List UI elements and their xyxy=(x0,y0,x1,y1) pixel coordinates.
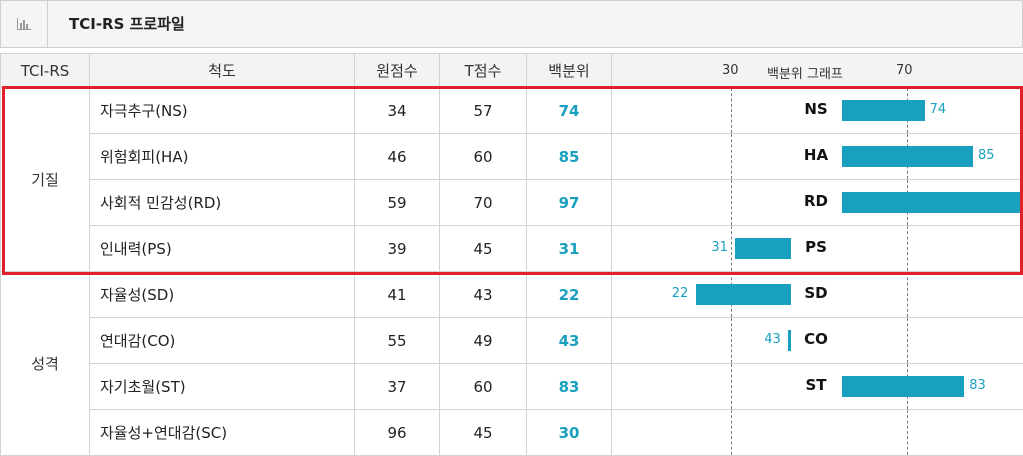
gridline-70 xyxy=(907,226,908,271)
page-title: TCI-RS 프로파일 xyxy=(69,1,185,47)
t-score: 57 xyxy=(440,88,527,134)
percentile-bar xyxy=(788,330,791,351)
percentile-graph-cell: SD 22 xyxy=(612,272,1023,318)
raw-score: 34 xyxy=(355,88,440,134)
scale-name: 연대감(CO) xyxy=(90,318,355,364)
table-row: 사회적 민감성(RD)597097RD97 xyxy=(1,180,1023,226)
percentile-bar xyxy=(842,100,925,121)
scale-abbreviation: HA xyxy=(792,146,840,164)
scale-abbreviation: RD xyxy=(792,192,840,210)
percentile: 43 xyxy=(527,318,612,364)
table-row: 위험회피(HA)466085HA85 xyxy=(1,134,1023,180)
bar-value-label: 22 xyxy=(672,286,689,301)
table-row: 연대감(CO)554943CO43 xyxy=(1,318,1023,364)
group-temperament: 기질 xyxy=(1,88,90,272)
col-header-scale: 척도 xyxy=(90,54,355,88)
gridline-30 xyxy=(731,410,732,455)
t-score: 70 xyxy=(440,180,527,226)
scale-name: 사회적 민감성(RD) xyxy=(90,180,355,226)
t-score: 60 xyxy=(440,364,527,410)
raw-score: 41 xyxy=(355,272,440,318)
profile-header: TCI-RS 프로파일 xyxy=(0,0,1023,48)
percentile-graph-cell: ST 83 xyxy=(612,364,1023,410)
table-row: 기질자극추구(NS)345774NS74 xyxy=(1,88,1023,134)
table-row: 성격자율성(SD)414322SD22 xyxy=(1,272,1023,318)
scale-abbreviation: PS xyxy=(792,238,840,256)
percentile: 31 xyxy=(527,226,612,272)
scale-abbreviation: CO xyxy=(792,330,840,348)
col-header-graph: 30 백분위 그래프 70 xyxy=(612,54,1023,88)
raw-score: 96 xyxy=(355,410,440,456)
bar-value-label: 74 xyxy=(930,102,947,117)
percentile-graph-cell xyxy=(612,410,1023,456)
gridline-30 xyxy=(731,226,732,271)
percentile-bar xyxy=(842,376,964,397)
group-character: 성격 xyxy=(1,272,90,456)
table-row: 인내력(PS)394531PS31 xyxy=(1,226,1023,272)
percentile-graph-cell: PS 31 xyxy=(612,226,1023,272)
t-score: 49 xyxy=(440,318,527,364)
percentile: 22 xyxy=(527,272,612,318)
percentile-bar xyxy=(735,238,791,259)
percentile: 97 xyxy=(527,180,612,226)
gridline-70 xyxy=(907,272,908,317)
gridline-30 xyxy=(731,88,732,133)
col-header-t: T점수 xyxy=(440,54,527,88)
raw-score: 39 xyxy=(355,226,440,272)
percentile-bar xyxy=(842,146,973,167)
scale-name: 자기초월(ST) xyxy=(90,364,355,410)
scale-name: 인내력(PS) xyxy=(90,226,355,272)
table-row: 자율성+연대감(SC)964530 xyxy=(1,410,1023,456)
gridline-30 xyxy=(731,318,732,363)
gridline-70 xyxy=(907,410,908,455)
table-row: 자기초월(ST)376083ST83 xyxy=(1,364,1023,410)
raw-score: 55 xyxy=(355,318,440,364)
raw-score: 46 xyxy=(355,134,440,180)
scale-name: 자율성(SD) xyxy=(90,272,355,318)
raw-score: 37 xyxy=(355,364,440,410)
header-icon-box xyxy=(1,1,48,47)
col-header-raw: 원점수 xyxy=(355,54,440,88)
scale-abbreviation: SD xyxy=(792,284,840,302)
percentile: 85 xyxy=(527,134,612,180)
t-score: 60 xyxy=(440,134,527,180)
graph-tick-70: 70 xyxy=(896,63,913,78)
t-score: 45 xyxy=(440,410,527,456)
gridline-70 xyxy=(907,318,908,363)
bar-value-label: 31 xyxy=(711,240,728,255)
percentile-bar xyxy=(696,284,791,305)
percentile-graph-cell: RD97 xyxy=(612,180,1023,226)
bar-value-label: 85 xyxy=(978,148,995,163)
raw-score: 59 xyxy=(355,180,440,226)
col-header-group: TCI-RS xyxy=(1,54,90,88)
percentile-bar xyxy=(842,192,1023,213)
bar-value-label: 43 xyxy=(764,332,781,347)
percentile: 83 xyxy=(527,364,612,410)
col-header-pct: 백분위 xyxy=(527,54,612,88)
percentile-graph-cell: NS 74 xyxy=(612,88,1023,134)
profile-table: TCI-RS 척도 원점수 T점수 백분위 30 백분위 그래프 70 기질자극… xyxy=(0,53,1023,456)
scale-abbreviation: NS xyxy=(792,100,840,118)
t-score: 45 xyxy=(440,226,527,272)
percentile-graph-cell: CO 43 xyxy=(612,318,1023,364)
bar-chart-icon xyxy=(16,17,32,31)
table-header-row: TCI-RS 척도 원점수 T점수 백분위 30 백분위 그래프 70 xyxy=(1,54,1023,88)
percentile: 30 xyxy=(527,410,612,456)
scale-name: 자극추구(NS) xyxy=(90,88,355,134)
gridline-30 xyxy=(731,364,732,409)
graph-tick-30: 30 xyxy=(722,63,739,78)
scale-name: 자율성+연대감(SC) xyxy=(90,410,355,456)
percentile: 74 xyxy=(527,88,612,134)
gridline-30 xyxy=(731,134,732,179)
gridline-30 xyxy=(731,180,732,225)
scale-abbreviation: ST xyxy=(792,376,840,394)
t-score: 43 xyxy=(440,272,527,318)
percentile-graph-cell: HA 85 xyxy=(612,134,1023,180)
bar-value-label: 83 xyxy=(969,378,986,393)
graph-title: 백분위 그래프 xyxy=(767,63,843,82)
scale-name: 위험회피(HA) xyxy=(90,134,355,180)
